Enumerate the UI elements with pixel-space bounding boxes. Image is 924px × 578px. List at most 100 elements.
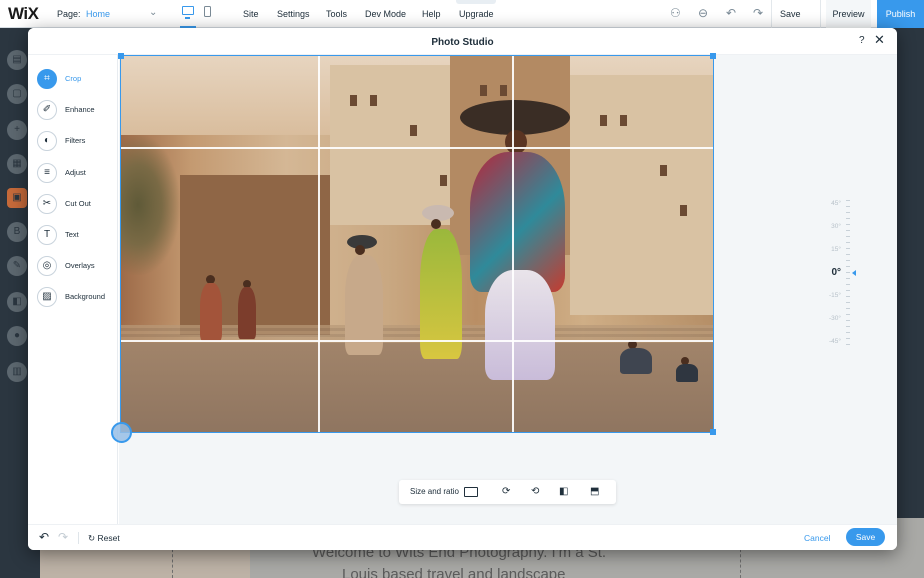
crop-grid-line: [121, 147, 713, 149]
ruler-label: -30°: [829, 315, 841, 322]
ruler-label: 15°: [831, 246, 841, 253]
pages-icon[interactable]: ▤: [7, 50, 27, 70]
preview-button[interactable]: Preview: [826, 0, 871, 28]
upgrade-tab-handle: [456, 0, 496, 4]
chat-icon[interactable]: ●: [7, 326, 27, 346]
sidebar-item-label: Text: [65, 230, 79, 239]
sidebar-item-cut-out[interactable]: ✂ Cut Out: [37, 194, 117, 214]
save-button[interactable]: Save: [846, 528, 885, 546]
editor-save-button[interactable]: Save: [780, 9, 801, 19]
accessibility-icon[interactable]: ⚇: [670, 7, 681, 19]
desktop-icon[interactable]: [182, 6, 194, 19]
zoom-out-icon[interactable]: ⊖: [698, 7, 708, 19]
chevron-down-icon[interactable]: ⌄: [149, 7, 157, 18]
rotate-left-icon[interactable]: ⟲: [531, 486, 539, 498]
bookings-icon[interactable]: ▥: [7, 362, 27, 382]
modal-title: Photo Studio: [431, 37, 494, 48]
ruler-current-value: 0°: [831, 267, 841, 278]
crop-corner-handle[interactable]: [710, 429, 716, 435]
layout-icon[interactable]: ▢: [7, 84, 27, 104]
page-selector-value: Home: [86, 9, 111, 19]
wix-logo: WiX: [8, 4, 39, 23]
menu-upgrade[interactable]: Upgrade: [459, 9, 494, 19]
canvas-strip: [40, 548, 250, 578]
flip-horizontal-icon[interactable]: ◧: [559, 486, 568, 498]
sidebar-item-label: Filters: [65, 136, 86, 145]
help-button[interactable]: ?: [859, 35, 865, 46]
cancel-button[interactable]: Cancel: [804, 533, 830, 543]
page-selector[interactable]: Page: Home: [57, 9, 110, 19]
undo-icon[interactable]: ↶: [726, 7, 736, 19]
ruler-label: 30°: [831, 223, 841, 230]
aspect-ratio-icon[interactable]: [464, 487, 478, 497]
store-icon[interactable]: ◧: [7, 292, 27, 312]
sidebar-item-label: Adjust: [65, 168, 86, 177]
ruler-pointer[interactable]: [852, 270, 856, 276]
sidebar-item-enhance[interactable]: ✐ Enhance: [37, 100, 117, 120]
reset-icon: ↻: [88, 533, 96, 543]
adjust-icon: ≡: [37, 163, 57, 183]
redo-icon[interactable]: ↷: [58, 530, 68, 544]
undo-icon[interactable]: ↶: [39, 530, 49, 544]
crop-corner-handle[interactable]: [710, 53, 716, 59]
publish-button[interactable]: Publish: [877, 0, 924, 28]
tools-sidebar: ⌗ Crop ✐ Enhance ◐ Filters ≡ Adjust ✂ Cu…: [28, 55, 118, 524]
scissors-icon: ✂: [37, 194, 57, 214]
size-and-ratio-label[interactable]: Size and ratio: [410, 487, 459, 496]
mobile-icon[interactable]: [204, 6, 211, 17]
reset-label: Reset: [97, 533, 120, 543]
sidebar-item-label: Enhance: [65, 105, 95, 114]
pen-icon[interactable]: ✎: [7, 256, 27, 276]
crop-icon: ⌗: [37, 69, 57, 89]
sidebar-item-label: Crop: [65, 74, 82, 83]
page-selector-label: Page:: [57, 9, 81, 19]
sidebar-item-label: Overlays: [65, 261, 95, 270]
ruler-label: -15°: [829, 292, 841, 299]
straighten-ruler[interactable]: 45° 30° 15° 0° -15° -30° -45°: [813, 200, 856, 350]
sidebar-item-crop[interactable]: ⌗ Crop: [37, 69, 117, 89]
menu-settings[interactable]: Settings: [277, 9, 310, 19]
modal-header: Photo Studio ? ✕: [28, 28, 897, 55]
rotate-right-icon[interactable]: ⟳: [502, 486, 510, 498]
topbar-divider: [771, 0, 772, 28]
menu-dev-mode[interactable]: Dev Mode: [365, 9, 406, 19]
welcome-text-line2: Louis based travel and landscape: [342, 566, 566, 578]
reset-button[interactable]: ↻ Reset: [88, 533, 120, 544]
modal-footer: ↶ ↷ ↻ Reset Cancel Save: [28, 524, 897, 550]
flip-vertical-icon[interactable]: ⬒: [590, 486, 599, 498]
menu-tools[interactable]: Tools: [326, 9, 347, 19]
sidebar-item-label: Background: [65, 292, 106, 301]
crop-grid-line: [318, 56, 320, 432]
crop-toolbar: Size and ratio ⟳ ⟲ ◧ ⬒: [399, 480, 616, 504]
close-icon[interactable]: ✕: [874, 33, 885, 46]
sidebar-item-background[interactable]: ▨ Background: [37, 287, 117, 307]
sidebar-item-overlays[interactable]: ◎ Overlays: [37, 256, 117, 276]
editor-top-bar: WiX Page: Home ⌄ Site Settings Tools Dev…: [0, 0, 924, 28]
apps-icon[interactable]: ▦: [7, 154, 27, 174]
sidebar-item-label: Cut Out: [65, 199, 91, 208]
ruler-ticks: [846, 200, 850, 350]
topbar-divider: [820, 0, 821, 28]
sidebar-item-filters[interactable]: ◐ Filters: [37, 131, 117, 151]
editor-left-toolbar: ▤ ▢ + ▦ ▣ B ✎ ◧ ● ▥: [0, 28, 30, 578]
overlays-icon: ◎: [37, 256, 57, 276]
crop-grid-line: [512, 56, 514, 432]
add-icon[interactable]: +: [7, 120, 27, 140]
media-icon[interactable]: ▣: [7, 188, 27, 208]
footer-divider: [78, 532, 79, 544]
blog-icon[interactable]: B: [7, 222, 27, 242]
menu-site[interactable]: Site: [243, 9, 259, 19]
background-icon: ▨: [37, 287, 57, 307]
ruler-label: 45°: [831, 200, 841, 207]
sidebar-item-adjust[interactable]: ≡ Adjust: [37, 163, 117, 183]
crop-frame[interactable]: [111, 53, 716, 443]
photo-studio-modal: Photo Studio ? ✕ ⌗ Crop ✐ Enhance ◐ Filt…: [28, 28, 897, 550]
ruler-label: -45°: [829, 338, 841, 345]
text-icon: T: [37, 225, 57, 245]
crop-corner-handle[interactable]: [118, 53, 124, 59]
sidebar-item-text[interactable]: T Text: [37, 225, 117, 245]
crop-drag-handle[interactable]: [111, 422, 132, 443]
menu-help[interactable]: Help: [422, 9, 441, 19]
redo-icon[interactable]: ↷: [753, 7, 763, 19]
crop-grid-line: [121, 340, 713, 342]
